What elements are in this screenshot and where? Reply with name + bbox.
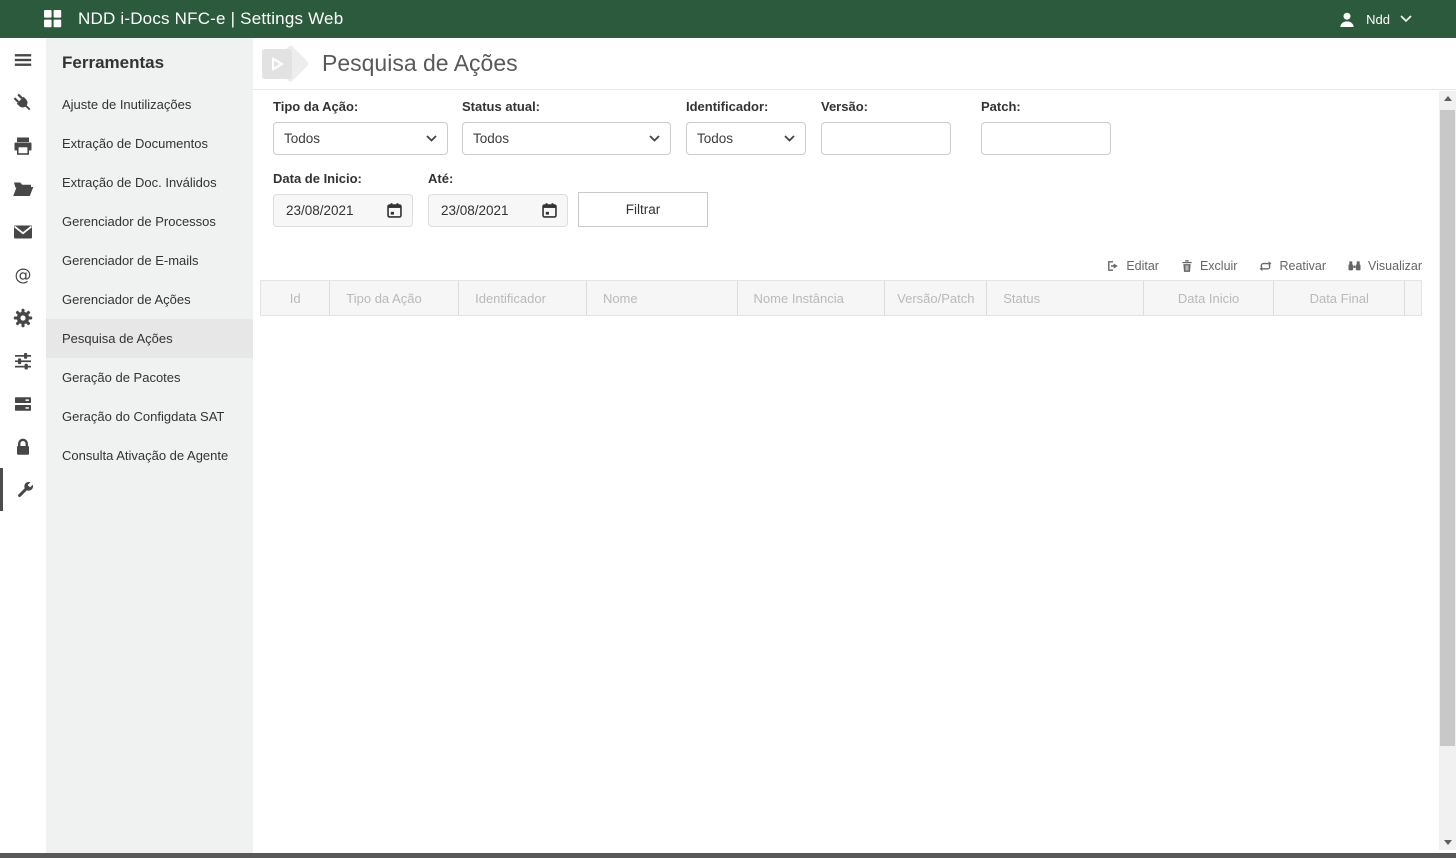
sidebar-item-gerenciador-processos[interactable]: Gerenciador de Processos	[46, 202, 253, 241]
svg-text:@: @	[15, 265, 32, 285]
data-de-inicio-label: Data de Inicio:	[273, 171, 413, 186]
app-header: NDD i-Docs NFC-e | Settings Web Ndd	[0, 0, 1456, 38]
sidebar-item-extracao-documentos[interactable]: Extração de Documentos	[46, 124, 253, 163]
vertical-scrollbar[interactable]	[1439, 91, 1456, 850]
sliders-icon[interactable]	[0, 339, 46, 382]
user-name: Ndd	[1366, 12, 1390, 27]
column-header-identificador[interactable]: Identificador	[459, 281, 587, 315]
page-title: Pesquisa de Ações	[322, 50, 518, 77]
visualizar-button[interactable]: Visualizar	[1347, 259, 1422, 273]
results-table-body	[253, 316, 1456, 796]
ate-label: Até:	[428, 171, 568, 186]
identificador-value: Todos	[697, 131, 733, 146]
sidebar-item-consulta-ativacao-agente[interactable]: Consulta Ativação de Agente	[46, 436, 253, 475]
sidebar-item-geracao-configdata-sat[interactable]: Geração do Configdata SAT	[46, 397, 253, 436]
trash-icon	[1180, 259, 1194, 273]
identificador-select[interactable]: Todos	[686, 122, 806, 155]
play-icon	[270, 57, 284, 71]
scroll-down-arrow-icon[interactable]	[1439, 835, 1456, 850]
sidebar-heading: Ferramentas	[46, 38, 253, 85]
sidebar-item-pesquisa-acoes[interactable]: Pesquisa de Ações	[46, 319, 253, 358]
sidebar-item-geracao-pacotes[interactable]: Geração de Pacotes	[46, 358, 253, 397]
user-menu[interactable]: Ndd	[1338, 0, 1412, 38]
tipo-da-acao-value: Todos	[284, 131, 320, 146]
icon-sidebar: @	[0, 38, 46, 853]
scrollbar-thumb[interactable]	[1440, 110, 1455, 746]
edit-icon	[1106, 259, 1120, 273]
editar-button[interactable]: Editar	[1106, 259, 1159, 273]
select-chevron-icon	[649, 135, 660, 142]
sidebar-item-extracao-doc-invalidos[interactable]: Extração de Doc. Inválidos	[46, 163, 253, 202]
column-header-status[interactable]: Status	[987, 281, 1144, 315]
identificador-label: Identificador:	[686, 99, 806, 114]
at-sign-icon[interactable]: @	[0, 253, 46, 296]
app-title: NDD i-Docs NFC-e | Settings Web	[78, 9, 343, 29]
table-header-filler	[1405, 281, 1421, 315]
status-atual-label: Status atual:	[462, 99, 671, 114]
bottom-edge-bar	[0, 853, 1456, 858]
sidebar-item-gerenciador-emails[interactable]: Gerenciador de E-mails	[46, 241, 253, 280]
filter-row-1: Tipo da Ação: Todos Status atual: Todos …	[273, 99, 1456, 155]
lock-icon[interactable]	[0, 425, 46, 468]
menu-icon[interactable]	[0, 38, 46, 81]
status-atual-value: Todos	[473, 131, 509, 146]
app-screen: NDD i-Docs NFC-e | Settings Web Ndd	[0, 0, 1456, 858]
folder-open-icon[interactable]	[0, 167, 46, 210]
main-content: Pesquisa de Ações Tipo da Ação: Todos St…	[253, 38, 1456, 853]
plug-icon[interactable]	[0, 81, 46, 124]
tools-sidebar: Ferramentas Ajuste de Inutilizações Extr…	[46, 38, 253, 853]
page-titlebar: Pesquisa de Ações	[253, 38, 1456, 90]
versao-input[interactable]	[821, 122, 951, 155]
filters-panel: Tipo da Ação: Todos Status atual: Todos …	[253, 90, 1456, 227]
tipo-da-acao-select[interactable]: Todos	[273, 122, 448, 155]
calendar-icon	[386, 202, 403, 219]
ate-value: 23/08/2021	[441, 203, 509, 218]
user-icon	[1338, 11, 1356, 28]
calendar-icon	[541, 202, 558, 219]
data-de-inicio-value: 23/08/2021	[286, 203, 354, 218]
filtrar-button[interactable]: Filtrar	[578, 192, 708, 227]
column-header-tipo-da-acao[interactable]: Tipo da Ação	[330, 281, 459, 315]
printer-icon[interactable]	[0, 124, 46, 167]
app-grid-logo-icon[interactable]	[44, 10, 62, 28]
ate-input[interactable]: 23/08/2021	[428, 194, 568, 227]
repeat-icon	[1258, 259, 1273, 273]
patch-label: Patch:	[981, 99, 1111, 114]
servers-icon[interactable]	[0, 382, 46, 425]
tipo-da-acao-label: Tipo da Ação:	[273, 99, 448, 114]
column-header-data-final[interactable]: Data Final	[1274, 281, 1405, 315]
gear-icon[interactable]	[0, 296, 46, 339]
binoculars-icon	[1347, 259, 1362, 273]
reativar-button[interactable]: Reativar	[1258, 259, 1326, 273]
column-header-versao-patch[interactable]: Versão/Patch	[885, 281, 987, 315]
page-title-icon	[262, 46, 314, 82]
excluir-button[interactable]: Excluir	[1180, 259, 1238, 273]
column-header-nome[interactable]: Nome	[587, 281, 738, 315]
wrench-icon[interactable]	[0, 468, 46, 511]
scroll-up-arrow-icon[interactable]	[1439, 91, 1456, 106]
select-chevron-icon	[784, 135, 795, 142]
patch-input[interactable]	[981, 122, 1111, 155]
grid-actions: Editar Excluir Reativar Visualizar	[253, 259, 1422, 273]
versao-label: Versão:	[821, 99, 951, 114]
chevron-down-icon	[1400, 15, 1412, 23]
sidebar-item-gerenciador-acoes[interactable]: Gerenciador de Ações	[46, 280, 253, 319]
column-header-id[interactable]: Id	[261, 281, 330, 315]
select-chevron-icon	[426, 135, 437, 142]
results-table-header: Id Tipo da Ação Identificador Nome Nome …	[260, 280, 1422, 316]
data-de-inicio-input[interactable]: 23/08/2021	[273, 194, 413, 227]
filter-row-2: Data de Inicio: 23/08/2021 Até: 23/08/20…	[273, 171, 1456, 227]
column-header-nome-instancia[interactable]: Nome Instância	[738, 281, 886, 315]
column-header-data-inicio[interactable]: Data Inicio	[1144, 281, 1275, 315]
envelope-icon[interactable]	[0, 210, 46, 253]
status-atual-select[interactable]: Todos	[462, 122, 671, 155]
sidebar-item-ajuste-inutilizacoes[interactable]: Ajuste de Inutilizações	[46, 85, 253, 124]
